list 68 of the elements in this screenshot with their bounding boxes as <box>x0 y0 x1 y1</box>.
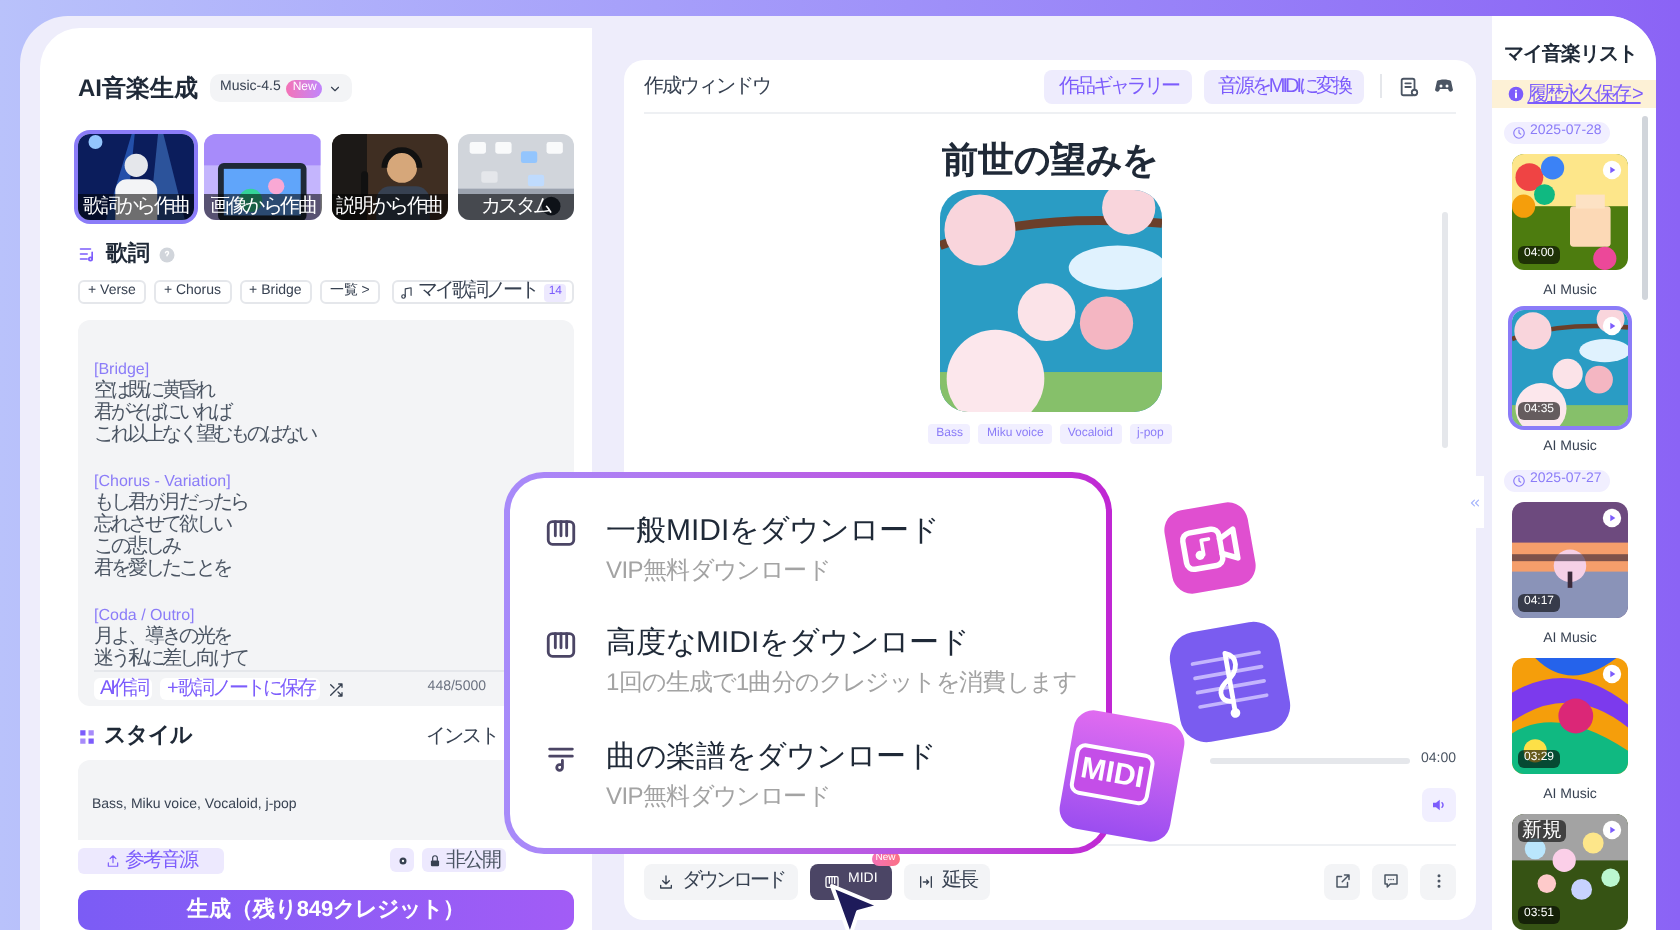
settings-icon <box>395 853 409 868</box>
new-badge: 新規 <box>1518 820 1566 842</box>
share-icon <box>1333 872 1351 890</box>
header-button[interactable]: 音源をMIDIに変換 <box>1203 69 1364 103</box>
mode-card[interactable]: カスタム <box>457 134 574 220</box>
panel-title: AI音楽生成 <box>78 72 198 106</box>
mode-card[interactable]: 説明から作曲 <box>331 134 448 220</box>
header-button[interactable]: 作品ギャラリー <box>1044 69 1192 103</box>
community-button[interactable] <box>1432 74 1456 98</box>
settings-button[interactable] <box>390 848 414 873</box>
help-icon <box>158 245 176 263</box>
mode-card[interactable]: 画像から作曲 <box>204 134 321 220</box>
piano-icon <box>824 873 840 889</box>
lyrics-line: 空は既に黄昏れ <box>94 380 216 402</box>
chevron-down-icon <box>328 81 343 95</box>
save-history-link[interactable]: 履歴永久保存 > <box>1492 80 1656 108</box>
lyrics-tag: [Chorus - Variation] <box>94 470 558 492</box>
upload-icon <box>105 853 119 868</box>
lyrics-line: 月よ、導きの光を <box>94 626 233 648</box>
style-grid-icon <box>78 727 96 745</box>
lyrics-tag: [Bridge] <box>94 358 558 380</box>
song-title: 前世の望みを <box>940 138 1160 182</box>
lyrics-line: 君を愛したことを <box>94 558 233 580</box>
lyrics-list-icon <box>78 244 98 264</box>
document-icon <box>1398 75 1420 97</box>
toolbar-button[interactable]: 延長 <box>903 863 990 899</box>
song-sheet-button[interactable] <box>1398 75 1420 97</box>
mode-card[interactable]: 歌詞から作曲 <box>78 134 195 220</box>
share-button[interactable] <box>1324 863 1360 899</box>
info-icon <box>1507 86 1524 102</box>
download-icon <box>658 873 674 889</box>
instrumental-toggle[interactable]: インスト <box>426 721 498 751</box>
play-icon <box>1602 160 1622 180</box>
lyrics-line: 君がそばにいれば <box>94 402 233 424</box>
generate-button[interactable]: 生成（残り849クレジット） <box>78 889 574 930</box>
reference-audio-button[interactable]: 参考音源 <box>78 847 224 874</box>
toolbar-button[interactable]: ダウンロード <box>644 863 798 899</box>
lyrics-line: これ以上なく望むものはない <box>94 424 318 446</box>
controller-icon <box>1432 74 1456 98</box>
section-title: スタイル <box>104 721 192 752</box>
piano-icon <box>544 516 578 551</box>
play-icon <box>1602 664 1622 684</box>
privacy-button[interactable]: 非公開 <box>422 848 506 873</box>
volume-icon <box>1430 796 1448 814</box>
lyrics-line: 迷う私に差し向けて <box>94 648 250 670</box>
lyrics-action-button[interactable]: AI作詞 <box>94 678 153 700</box>
panel-title: 作成ウィンドウ <box>644 73 770 101</box>
play-icon <box>1602 508 1622 528</box>
section-title: 歌詞 <box>106 239 150 270</box>
panel-title: マイ音楽リスト <box>1502 40 1639 70</box>
extend-icon <box>917 873 934 889</box>
shuffle-icon <box>328 681 345 697</box>
comment-icon <box>1381 872 1399 890</box>
lyrics-line: この悲しみ <box>94 536 182 558</box>
play-icon <box>1602 316 1622 336</box>
lyrics-line: 忘れさせて欲しい <box>94 514 233 536</box>
clock-icon <box>1512 126 1526 140</box>
lyrics-line: もし君が月だったら <box>94 492 249 514</box>
piano-icon <box>544 628 578 663</box>
volume-button[interactable] <box>1422 788 1456 822</box>
play-icon <box>1602 820 1622 840</box>
lyrics-tag: [Coda / Outro] <box>94 604 558 626</box>
double-chevron-left-icon <box>1467 495 1481 509</box>
lyrics-action-button[interactable]: + 歌詞ノートに保存 <box>160 678 321 700</box>
note-icon <box>399 285 414 299</box>
clock-icon <box>1512 474 1526 488</box>
lock-icon <box>428 853 442 868</box>
feedback-button[interactable] <box>1372 863 1408 899</box>
